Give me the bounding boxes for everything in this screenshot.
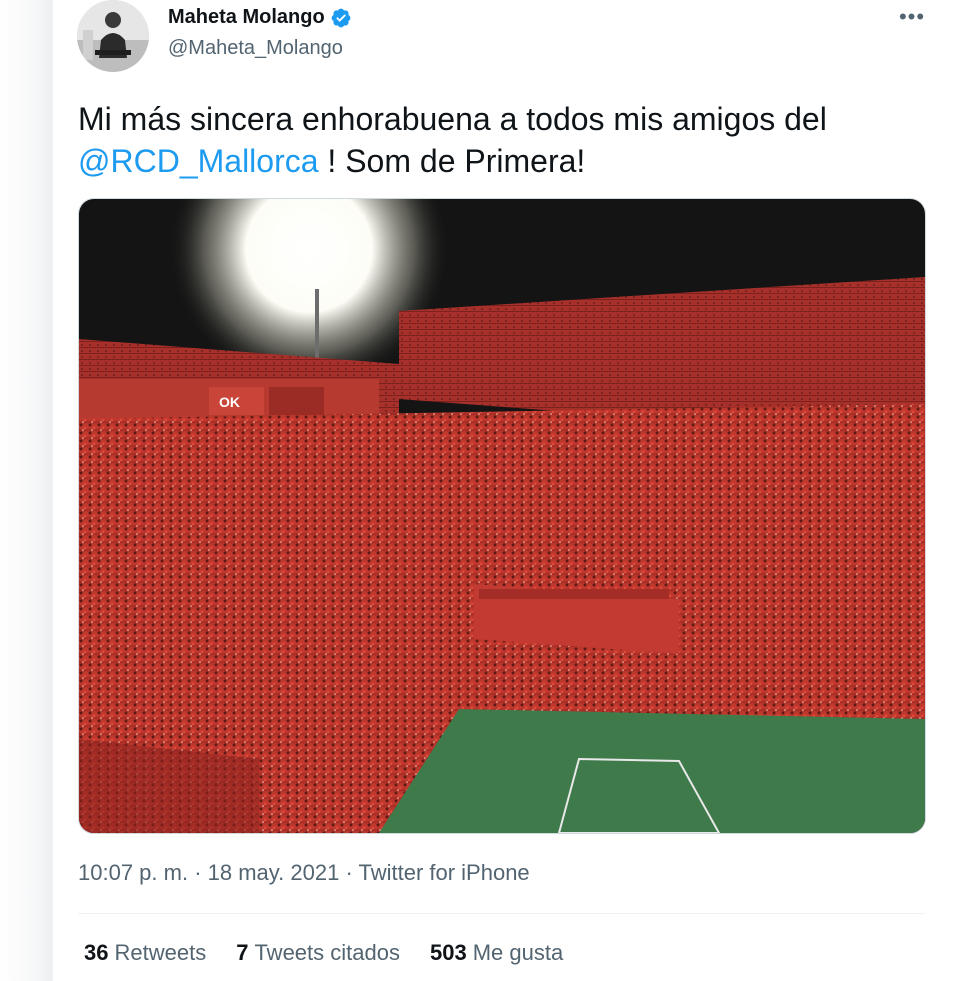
tweet-media[interactable]: OK xyxy=(78,198,926,834)
quotes-label: Tweets citados xyxy=(254,940,400,965)
tweet-meta: 10:07 p. m. · 18 may. 2021 · Twitter for… xyxy=(78,860,530,886)
tweet-stats: 36 Retweets 7 Tweets citados 503 Me gusta xyxy=(84,940,563,966)
tweet-text-part1: Mi más sincera enhorabuena a todos mis a… xyxy=(78,101,827,137)
author-avatar[interactable] xyxy=(77,0,149,72)
left-gutter xyxy=(0,0,52,981)
likes-label: Me gusta xyxy=(472,940,564,965)
author-name-row[interactable]: Maheta Molango xyxy=(168,6,352,29)
likes-stat[interactable]: 503 Me gusta xyxy=(430,940,563,966)
author-display-name[interactable]: Maheta Molango xyxy=(168,6,325,29)
quote-tweets-stat[interactable]: 7 Tweets citados xyxy=(236,940,400,966)
tweet-text-part2: ! Som de Primera! xyxy=(318,143,586,179)
meta-separator-1: · xyxy=(188,860,208,885)
retweets-stat[interactable]: 36 Retweets xyxy=(84,940,206,966)
verified-badge-icon xyxy=(330,7,352,29)
quotes-count: 7 xyxy=(236,940,249,965)
divider xyxy=(78,913,925,914)
svg-text:OK: OK xyxy=(219,394,240,410)
stadium-celebration-photo: OK xyxy=(79,199,925,833)
avatar-photo xyxy=(77,0,149,72)
tweet-date[interactable]: 18 may. 2021 xyxy=(208,860,340,885)
retweets-count: 36 xyxy=(84,940,109,965)
more-options-icon[interactable]: ••• xyxy=(897,2,927,32)
mention-link[interactable]: @RCD_Mallorca xyxy=(78,143,319,179)
right-gutter xyxy=(951,0,969,981)
likes-count: 503 xyxy=(429,940,467,965)
tweet-text: Mi más sincera enhorabuena a todos mis a… xyxy=(78,98,928,182)
tweet-time[interactable]: 10:07 p. m. xyxy=(78,860,188,885)
author-handle[interactable]: @Maheta_Molango xyxy=(168,37,343,60)
retweets-label: Retweets xyxy=(114,940,207,965)
meta-separator-2: · xyxy=(339,860,359,885)
tweet-source[interactable]: Twitter for iPhone xyxy=(358,860,529,885)
